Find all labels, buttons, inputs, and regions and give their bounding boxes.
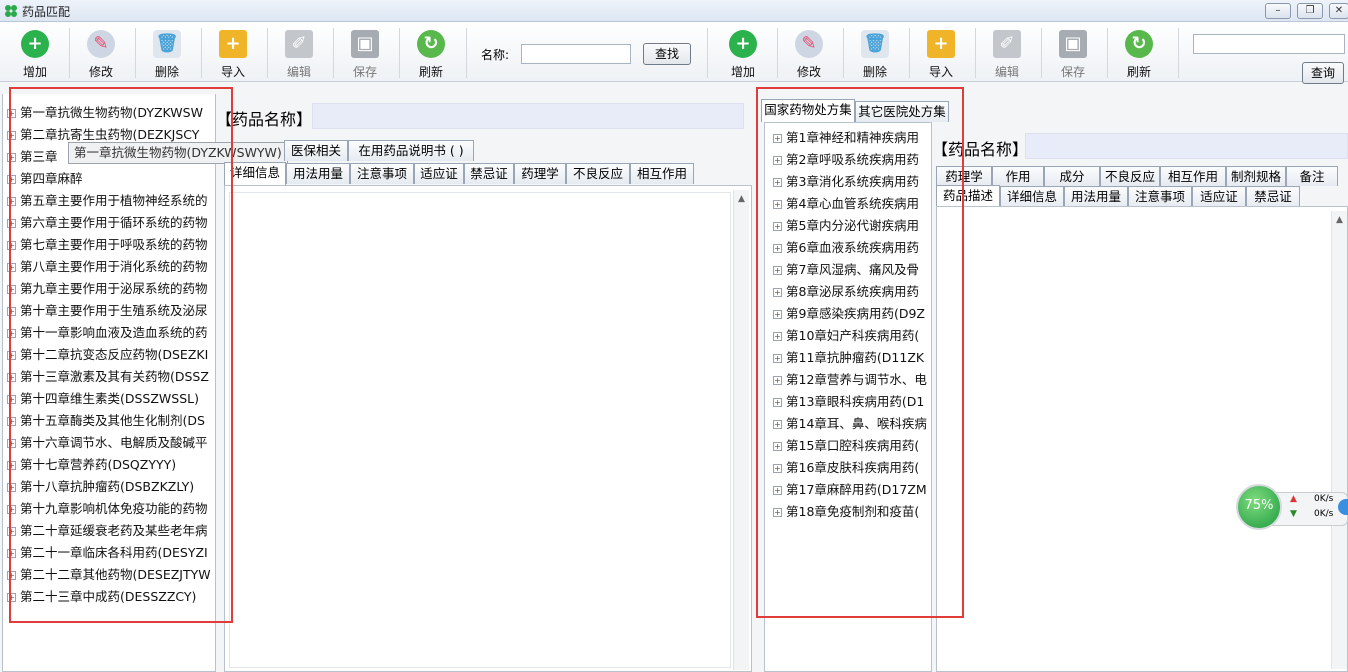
name-search-input[interactable]	[521, 44, 631, 64]
trash-icon: 🗑	[153, 30, 181, 58]
delete-button-left[interactable]: 🗑 删除	[136, 26, 198, 80]
download-arrow-icon: ▼	[1290, 509, 1297, 519]
pencil-icon: ✐	[285, 30, 313, 58]
save-button-right[interactable]: ▣ 保存	[1042, 26, 1104, 80]
refresh-button-right[interactable]: ↻ 刷新	[1108, 26, 1170, 80]
import-folder-icon: +	[219, 30, 247, 58]
highlight-box-left-tree	[9, 87, 233, 623]
save-icon: ▣	[351, 30, 379, 58]
detail-scrollbar[interactable]: ▲	[733, 190, 749, 670]
toolbar-separator	[1178, 28, 1179, 78]
delete-button-right[interactable]: 🗑 删除	[844, 26, 906, 80]
tab-adverse-reactions[interactable]: 不良反应	[566, 163, 630, 184]
far-right-tab[interactable]: 相互作用	[1160, 166, 1226, 186]
network-usage-percent: 75%	[1244, 498, 1274, 513]
edit-button-left[interactable]: ✎ 修改	[70, 26, 132, 80]
toolbar: + 增加 ✎ 修改 🗑 删除 + 导入 ✐ 编辑 ▣ 保存 ↻ 刷新 名称: 查…	[0, 22, 1348, 84]
title-bar: 药品匹配 – ❐ ✕	[0, 0, 1348, 22]
far-right-tab[interactable]: 作用	[992, 166, 1044, 186]
drug-name-field	[312, 103, 744, 129]
tab-indications[interactable]: 适应证	[414, 163, 464, 184]
close-button[interactable]: ✕	[1329, 3, 1348, 19]
refresh-icon: ↻	[1125, 30, 1153, 58]
scroll-up-icon[interactable]: ▲	[1332, 215, 1347, 225]
upload-speed: 0K/s	[1314, 494, 1334, 504]
toolbar-separator	[466, 28, 467, 78]
far-right-tab[interactable]: 适应证	[1192, 186, 1246, 207]
tab-usage-dosage[interactable]: 用法用量	[286, 163, 350, 184]
scroll-up-icon[interactable]: ▲	[734, 194, 749, 204]
tab-insurance[interactable]: 医保相关	[284, 140, 348, 161]
download-speed: 0K/s	[1314, 509, 1334, 519]
far-right-tab[interactable]: 不良反应	[1100, 166, 1160, 186]
drug-description-area[interactable]: ▲	[936, 206, 1348, 672]
far-right-tab[interactable]: 用法用量	[1064, 186, 1128, 207]
tab-precautions[interactable]: 注意事项	[350, 163, 414, 184]
tab-details[interactable]: 详细信息	[224, 162, 286, 185]
refresh-icon: ↻	[417, 30, 445, 58]
pencil-icon: ✐	[993, 30, 1021, 58]
tab-interactions[interactable]: 相互作用	[630, 163, 694, 184]
edit-button-right[interactable]: ✎ 修改	[778, 26, 840, 80]
far-right-tab[interactable]: 详细信息	[1000, 186, 1064, 207]
find-button[interactable]: 查找	[643, 43, 691, 65]
far-right-tab[interactable]: 备注	[1286, 166, 1338, 186]
far-right-tab[interactable]: 成分	[1044, 166, 1100, 186]
detail-content-area[interactable]: ▲	[224, 185, 752, 672]
tab-contraindications[interactable]: 禁忌证	[464, 163, 514, 184]
highlight-box-formulary-tree	[756, 87, 964, 618]
refresh-button-left[interactable]: ↻ 刷新	[400, 26, 462, 80]
expand-widget-icon[interactable]	[1338, 499, 1348, 515]
restore-button[interactable]: ❐	[1297, 3, 1323, 19]
add-button-left[interactable]: + 增加	[4, 26, 66, 80]
edit-icon: ✎	[87, 30, 115, 58]
add-icon: +	[729, 30, 757, 58]
import-button-left[interactable]: + 导入	[202, 26, 264, 80]
modify-button-left[interactable]: ✐ 编辑	[268, 26, 330, 80]
modify-button-right[interactable]: ✐ 编辑	[976, 26, 1038, 80]
far-right-tab-row1: 药理学 作用 成分 不良反应 相互作用 制剂规格 备注	[936, 166, 1348, 186]
edit-icon: ✎	[795, 30, 823, 58]
search-label: 名称:	[481, 48, 510, 62]
far-right-tab-row2: 药品描述 详细信息 用法用量 注意事项 适应证 禁忌证	[936, 185, 1348, 207]
minimize-button[interactable]: –	[1265, 3, 1291, 19]
tab-drug-instructions[interactable]: 在用药品说明书 ( )	[348, 140, 474, 161]
add-button-right[interactable]: + 增加	[712, 26, 774, 80]
window-title: 药品匹配	[22, 5, 71, 19]
far-right-tab[interactable]: 禁忌证	[1246, 186, 1300, 207]
upload-arrow-icon: ▲	[1290, 494, 1297, 504]
add-icon: +	[21, 30, 49, 58]
tab-pharmacology[interactable]: 药理学	[514, 163, 566, 184]
network-speed-widget[interactable]: 75% ▲ 0K/s ▼ 0K/s	[1234, 482, 1348, 532]
trash-icon: 🗑	[861, 30, 889, 58]
far-right-drug-name-field	[1025, 133, 1348, 159]
far-right-tab[interactable]: 制剂规格	[1226, 166, 1286, 186]
far-right-scrollbar[interactable]: ▲	[1331, 211, 1347, 669]
toolbar-separator	[707, 28, 708, 78]
query-button[interactable]: 查询	[1302, 62, 1344, 84]
save-button-left[interactable]: ▣ 保存	[334, 26, 396, 80]
import-folder-icon: +	[927, 30, 955, 58]
import-button-right[interactable]: + 导入	[910, 26, 972, 80]
save-icon: ▣	[1059, 30, 1087, 58]
app-logo-icon	[4, 4, 18, 18]
far-right-tab[interactable]: 注意事项	[1128, 186, 1192, 207]
right-search-input[interactable]	[1193, 34, 1345, 54]
